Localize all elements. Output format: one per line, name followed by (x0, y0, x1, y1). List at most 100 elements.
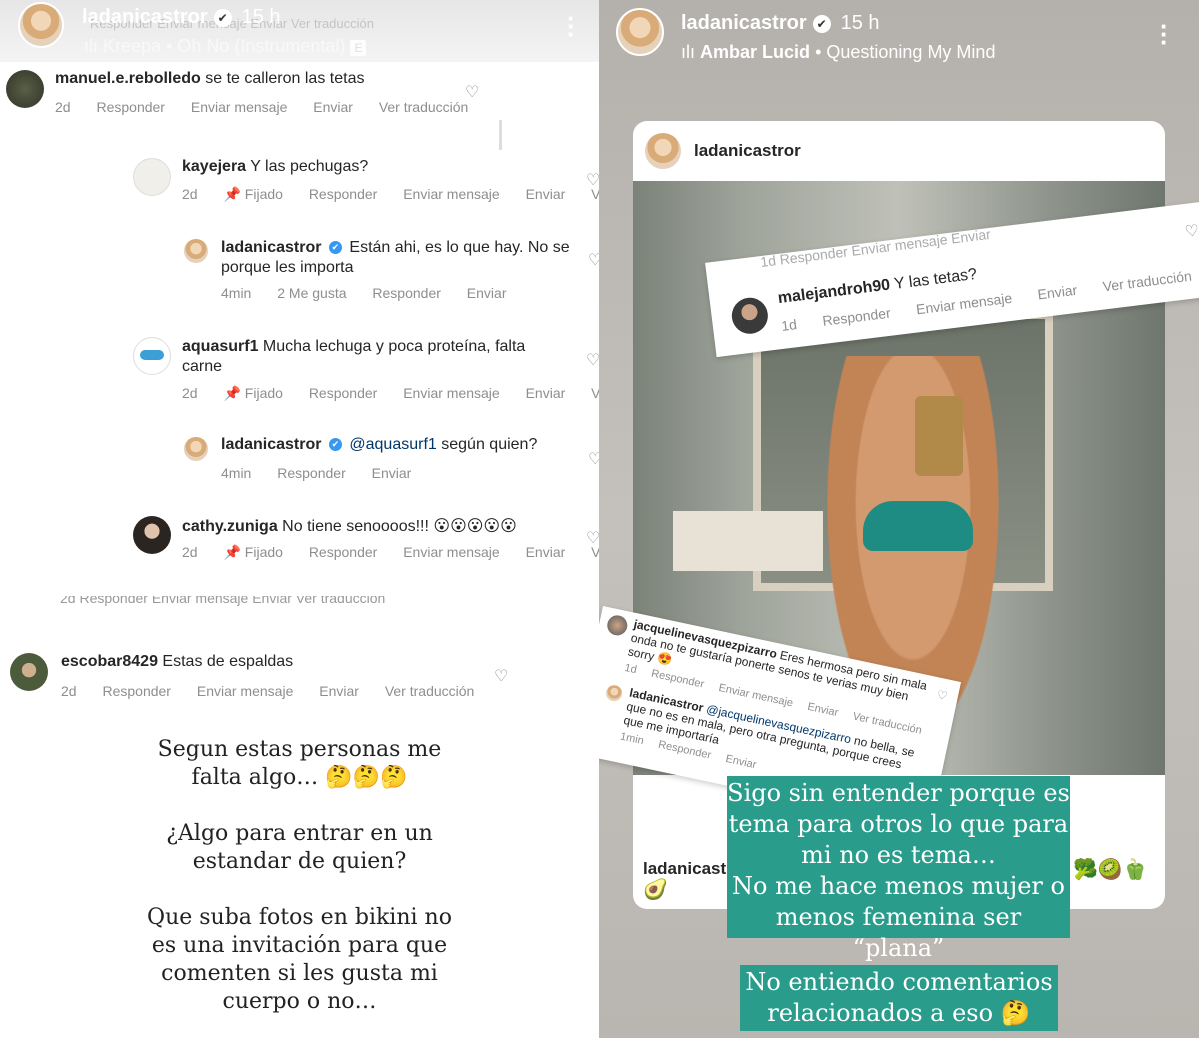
send-message-link[interactable]: Enviar mensaje (403, 186, 500, 202)
send-link[interactable]: Enviar (467, 285, 507, 301)
likes-count[interactable]: 2 Me gusta (277, 285, 346, 301)
comment-age: 2d (182, 385, 198, 401)
verified-icon: ✔ (328, 241, 342, 255)
comment-avatar[interactable] (183, 238, 209, 264)
comment-username[interactable]: escobar8429 (61, 653, 158, 670)
heart-icon[interactable]: ♡ (586, 170, 599, 190)
comment-username[interactable]: manuel.e.rebolledo (55, 70, 201, 87)
heart-icon[interactable]: ♡ (588, 449, 599, 469)
heart-icon[interactable]: ♡ (465, 82, 479, 102)
comment-text: ladanicastror ✔ @aquasurf1 según quien? (221, 436, 537, 454)
music-artist: Ambar Lucid (700, 42, 811, 62)
send-link[interactable]: Enviar (319, 683, 359, 699)
more-options-icon[interactable]: · · · (1160, 13, 1169, 55)
caption-line: Segun estas personas me (157, 737, 442, 762)
caption-line (0, 876, 599, 904)
comment-meta: 2d Responder Enviar mensaje Enviar Ver t… (55, 99, 490, 115)
comment-age: 1d (623, 661, 638, 677)
reply-link[interactable]: Responder (309, 385, 378, 401)
post-username[interactable]: ladanicastror (694, 141, 801, 161)
comment-body: se te calleron las tetas (205, 70, 365, 87)
comment-meta: 2d 📌 Fijado Responder Enviar mensaje Env… (182, 544, 599, 561)
send-message-link[interactable]: Enviar mensaje (197, 683, 294, 699)
story-music[interactable]: ılı Kreepa • Oh No (Instrumental) E (84, 36, 367, 57)
comment-username[interactable]: ladanicastror (221, 239, 321, 256)
comment-avatar[interactable] (133, 337, 171, 375)
heart-icon: ♡ (935, 687, 949, 704)
comment-avatar (603, 682, 625, 704)
comment-username[interactable]: aquasurf1 (182, 338, 258, 355)
comment-text: manuel.e.rebolledo se te calleron las te… (55, 70, 364, 88)
aquasurf-logo-icon (140, 350, 164, 360)
post-avatar[interactable] (643, 131, 683, 171)
story-avatar[interactable] (18, 2, 64, 48)
mention-link[interactable]: @aquasurf1 (349, 436, 436, 453)
send-message-link[interactable]: Enviar mensaje (191, 99, 288, 115)
comment-avatar[interactable] (133, 158, 171, 196)
story-username[interactable]: ladanicastror (82, 6, 208, 28)
post-caption-user[interactable]: ladanicast (643, 859, 726, 879)
heart-icon[interactable]: ♡ (588, 250, 599, 270)
comment-text: aquasurf1 Mucha lechuga y poca proteína,… (182, 337, 567, 377)
send-link[interactable]: Enviar (526, 544, 566, 560)
send-link[interactable]: Enviar (313, 99, 353, 115)
comment-username[interactable]: cathy.zuniga (182, 518, 278, 535)
comment-avatar[interactable] (6, 70, 44, 108)
send-link: Enviar (724, 752, 758, 772)
comment-age: 4min (221, 465, 252, 481)
story-music[interactable]: ılı Ambar Lucid • Questioning My Mind (681, 42, 995, 63)
comment-age: 2d (182, 544, 198, 560)
comment-age: 1d (780, 316, 798, 334)
story-text-box: No entiendo comentarios relacionados a e… (740, 965, 1058, 1031)
more-options-icon[interactable]: · · · (567, 5, 576, 47)
translate-link[interactable]: Ver traducción (379, 99, 469, 115)
story-header: Responder Enviar mensaje Enviar Ver trad… (0, 0, 599, 62)
story-avatar[interactable] (616, 8, 664, 56)
comment-username[interactable]: ladanicastror (221, 436, 321, 453)
comment-avatar[interactable] (133, 516, 171, 554)
send-link[interactable]: Enviar (526, 186, 566, 202)
send-message-link[interactable]: Enviar mensaje (403, 544, 500, 560)
comment-age: 4min (221, 285, 252, 301)
comment-text: ladanicastror ✔ Están ahi, es lo que hay… (221, 238, 571, 278)
translate-link: Ver traducción (1101, 267, 1193, 295)
reply-link[interactable]: Responder (372, 285, 441, 301)
comment-avatar[interactable] (10, 653, 48, 691)
comment-username[interactable]: kayejera (182, 158, 246, 175)
send-link[interactable]: Enviar (526, 385, 566, 401)
reply-link[interactable]: Responder (309, 186, 378, 202)
story-caption: Segun estas personas me falta algo… 🤔🤔🤔 … (0, 736, 599, 1016)
comment-avatar[interactable] (183, 436, 209, 462)
heart-icon[interactable]: ♡ (586, 528, 599, 548)
reply-link: Responder (821, 304, 892, 329)
music-bars-icon: ılı (681, 42, 696, 62)
translate-link[interactable]: Ver traducción (385, 683, 475, 699)
reply-link[interactable]: Responder (309, 544, 378, 560)
send-message-link[interactable]: Enviar mensaje (403, 385, 500, 401)
reply-link[interactable]: Responder (96, 99, 165, 115)
comment-meta: 2d 📌 Fijado Responder Enviar mensaje Env… (182, 385, 599, 402)
caption-line: estandar de quien? (192, 849, 407, 874)
send-link[interactable]: Enviar (372, 465, 412, 481)
translate-link[interactable]: Ve (591, 385, 599, 401)
story-text-line: menos femenina ser “plana” (775, 903, 1022, 962)
clipped-meta-row: 2d Responder Enviar mensaje Enviar Ver t… (60, 596, 386, 606)
send-link: Enviar (1036, 281, 1079, 303)
caption-line: falta algo… 🤔🤔🤔 (191, 765, 408, 790)
music-title: Kreepa • Oh No (Instrumental) (103, 36, 346, 56)
reply-link[interactable]: Responder (277, 465, 346, 481)
vanity-counter (673, 511, 823, 571)
heart-icon[interactable]: ♡ (586, 350, 599, 370)
heart-icon[interactable]: ♡ (494, 666, 508, 686)
send-message-link: Enviar mensaje (915, 289, 1013, 318)
story-username[interactable]: ladanicastror (681, 12, 807, 34)
reply-link[interactable]: Responder (102, 683, 171, 699)
pinned-label: 📌 Fijado (223, 186, 283, 202)
story-text-line: tema para otros lo que para (728, 810, 1069, 838)
verified-icon: ✔ (328, 438, 342, 452)
comment-text: kayejera Y las pechugas? (182, 158, 368, 176)
comment-text: escobar8429 Estas de espaldas (61, 653, 293, 671)
story-text-line: No entiendo comentarios (745, 968, 1053, 996)
comment-body: No tiene senoooos!!! 😮😮😮😮😮 (282, 518, 517, 535)
bikini-top (863, 501, 973, 551)
